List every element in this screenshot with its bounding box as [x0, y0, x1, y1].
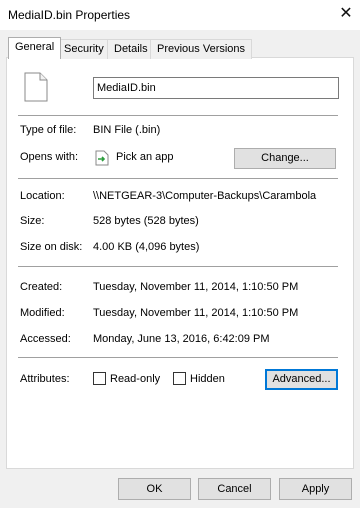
opens-with-app: Pick an app — [116, 151, 174, 163]
type-of-file-label: Type of file: — [20, 124, 77, 136]
pick-app-icon — [95, 150, 109, 166]
close-icon[interactable]: ✕ — [336, 4, 356, 24]
advanced-button[interactable]: Advanced... — [265, 369, 338, 390]
apply-button[interactable]: Apply — [279, 478, 352, 500]
hidden-label[interactable]: Hidden — [190, 373, 225, 385]
cancel-button[interactable]: Cancel — [198, 478, 271, 500]
created-value: Tuesday, November 11, 2014, 1:10:50 PM — [93, 281, 299, 293]
hidden-checkbox[interactable] — [173, 372, 186, 385]
size-value: 528 bytes (528 bytes) — [93, 215, 199, 227]
type-of-file-value: BIN File (.bin) — [93, 124, 161, 136]
divider — [18, 266, 338, 267]
change-button[interactable]: Change... — [234, 148, 336, 169]
size-on-disk-value: 4.00 KB (4,096 bytes) — [93, 241, 200, 253]
divider — [18, 178, 338, 179]
tab-security[interactable]: Security — [57, 39, 111, 59]
filename-input[interactable] — [93, 77, 339, 99]
divider — [18, 357, 338, 358]
accessed-value: Monday, June 13, 2016, 6:42:09 PM — [93, 333, 270, 345]
divider — [18, 115, 338, 116]
modified-label: Modified: — [20, 307, 65, 319]
read-only-checkbox[interactable] — [93, 372, 106, 385]
tab-details[interactable]: Details — [107, 39, 155, 59]
ok-button[interactable]: OK — [118, 478, 191, 500]
window-title: MediaID.bin Properties — [8, 8, 131, 22]
accessed-label: Accessed: — [20, 333, 71, 345]
modified-value: Tuesday, November 11, 2014, 1:10:50 PM — [93, 307, 299, 319]
location-label: Location: — [20, 190, 65, 202]
tab-previous-versions[interactable]: Previous Versions — [150, 39, 253, 59]
tab-general[interactable]: General — [8, 37, 62, 59]
read-only-label[interactable]: Read-only — [110, 373, 160, 385]
generic-file-icon — [24, 72, 48, 102]
size-on-disk-label: Size on disk: — [20, 241, 83, 253]
size-label: Size: — [20, 215, 45, 227]
general-tab-panel — [6, 57, 354, 469]
opens-with-label: Opens with: — [20, 151, 79, 163]
attributes-label: Attributes: — [20, 373, 70, 385]
created-label: Created: — [20, 281, 63, 293]
location-value: \\NETGEAR-3\Computer-Backups\Carambola — [93, 190, 317, 202]
